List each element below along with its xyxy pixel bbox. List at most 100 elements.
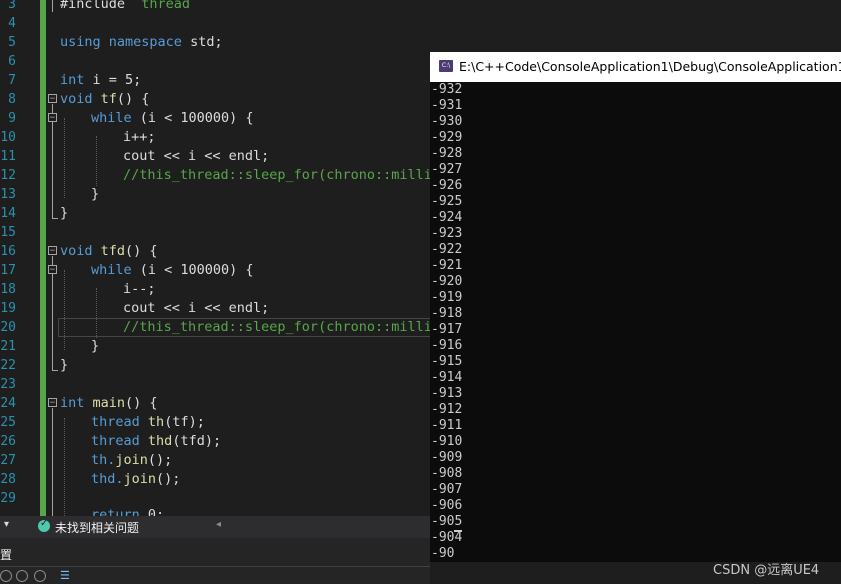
issues-status-text[interactable]: 未找到相关问题 xyxy=(55,519,139,536)
code-line-17[interactable]: while (i < 100000) { xyxy=(91,261,254,280)
line-number: 3 xyxy=(8,0,16,12)
code-line-10[interactable]: i++; xyxy=(123,128,156,147)
line-number: 15 xyxy=(0,225,16,240)
console-line: -925 xyxy=(431,194,463,209)
code-line-8[interactable]: void tf() { xyxy=(60,90,149,109)
console-line: -928 xyxy=(431,146,463,161)
code-line-27[interactable]: th.join(); xyxy=(91,451,172,470)
console-line: -904 xyxy=(431,530,463,545)
console-line: -927 xyxy=(431,162,463,177)
code-line-12[interactable]: //this_thread::sleep_for(chrono::millise xyxy=(123,166,448,185)
code-line-22[interactable]: } xyxy=(60,356,68,375)
console-line: -932 xyxy=(431,82,463,97)
console-line: -930 xyxy=(431,114,463,129)
fold-region-line xyxy=(52,0,53,12)
code-line-24[interactable]: int main() { xyxy=(60,394,158,413)
list-icon[interactable]: ☰ xyxy=(60,570,72,582)
code-line-13[interactable]: } xyxy=(91,185,99,204)
console-line: -923 xyxy=(431,226,463,241)
code-line-9[interactable]: while (i < 100000) { xyxy=(91,109,254,128)
code-line-19[interactable]: cout << i << endl; xyxy=(123,299,269,318)
console-line: -907 xyxy=(431,482,463,497)
console-line: -913 xyxy=(431,386,463,401)
console-line: -911 xyxy=(431,418,463,433)
line-number: 27 xyxy=(0,453,16,468)
line-number: 4 xyxy=(8,16,16,31)
filter-icon[interactable] xyxy=(0,570,12,582)
console-window[interactable]: C:\ E:\C++Code\ConsoleApplication1\Debug… xyxy=(430,52,841,562)
fold-region-line xyxy=(52,408,53,516)
code-line-7[interactable]: int i = 5; xyxy=(60,71,141,90)
code-line-14[interactable]: } xyxy=(60,204,68,223)
code-line-5[interactable]: using namespace std; xyxy=(60,33,223,52)
console-output[interactable]: -932 -931 -930 -929 -928 -927 -926 -925 -924 -923… xyxy=(430,82,841,562)
console-line: -918 xyxy=(431,306,463,321)
line-number: 13 xyxy=(0,187,16,202)
scroll-left-icon[interactable]: ◂ xyxy=(216,519,221,530)
line-number: 5 xyxy=(8,35,16,50)
check-circle-icon xyxy=(38,518,50,532)
console-title: E:\C++Code\ConsoleApplication1\Debug\Con… xyxy=(459,59,841,74)
watermark: CSDN @远离UE4 xyxy=(713,563,820,578)
console-titlebar[interactable]: C:\ E:\C++Code\ConsoleApplication1\Debug… xyxy=(430,52,841,82)
line-number: 28 xyxy=(0,472,16,487)
fold-toggle-tfd[interactable]: − xyxy=(48,246,57,256)
console-line: -909 xyxy=(431,450,463,465)
console-line: -926 xyxy=(431,178,463,193)
console-app-icon: C:\ xyxy=(439,60,453,72)
console-line: -931 xyxy=(431,98,463,113)
line-number: 22 xyxy=(0,358,16,373)
code-line-25[interactable]: thread th(tf); xyxy=(91,413,205,432)
console-line: -929 xyxy=(431,130,463,145)
console-line: -922 xyxy=(431,242,463,257)
line-number: 29 xyxy=(0,491,16,506)
console-line: -917 xyxy=(431,322,463,337)
output-panel: 置 ☰ xyxy=(0,538,430,584)
output-panel-title: 置 xyxy=(0,548,13,562)
console-line: -90 xyxy=(431,546,455,561)
fold-toggle-while-1[interactable]: − xyxy=(48,113,57,123)
line-number: 12 xyxy=(0,168,16,183)
line-number: 21 xyxy=(0,339,16,354)
line-number: 25 xyxy=(0,415,16,430)
console-line: -914 xyxy=(431,370,463,385)
console-line: -905 xyxy=(431,514,463,529)
code-line-11[interactable]: cout << i << endl; xyxy=(123,147,269,166)
console-cursor xyxy=(454,530,462,532)
code-line-26[interactable]: thread thd(tfd); xyxy=(91,432,221,451)
line-number: 20 xyxy=(0,320,16,335)
indent-guide xyxy=(64,270,65,350)
clear-icon[interactable] xyxy=(16,570,28,582)
console-line: -915 xyxy=(431,354,463,369)
code-line-21[interactable]: } xyxy=(91,337,99,356)
line-number: 8 xyxy=(8,92,16,107)
editor-status-bar: ▾ 未找到相关问题 ◂ xyxy=(0,516,430,538)
code-line-28[interactable]: thd.join(); xyxy=(91,470,180,489)
console-line: -920 xyxy=(431,274,463,289)
console-line: -910 xyxy=(431,434,463,449)
code-line-18[interactable]: i--; xyxy=(123,280,156,299)
stop-icon[interactable] xyxy=(34,570,46,582)
fold-toggle-main[interactable]: − xyxy=(48,398,57,408)
fold-toggle-tf[interactable]: − xyxy=(48,94,57,104)
line-number: 17 xyxy=(0,263,16,278)
code-line-20[interactable]: //this_thread::sleep_for(chrono::millise xyxy=(123,318,448,337)
fold-toggle-while-2[interactable]: − xyxy=(48,265,57,275)
indent-guide xyxy=(64,118,65,198)
console-line: -906 xyxy=(431,498,463,513)
fold-region-end xyxy=(52,370,58,371)
line-number: 16 xyxy=(0,244,16,259)
indent-guide xyxy=(64,418,65,516)
code-line-16[interactable]: void tfd() { xyxy=(60,242,158,261)
line-number: 18 xyxy=(0,282,16,297)
code-line-29[interactable]: return 0; xyxy=(91,506,164,516)
console-line: -908 xyxy=(431,466,463,481)
line-number: 9 xyxy=(8,111,16,126)
console-line: -921 xyxy=(431,258,463,273)
line-number: 7 xyxy=(8,73,16,88)
zoom-dropdown[interactable]: ▾ xyxy=(4,519,9,530)
code-line-3[interactable]: #include thread xyxy=(60,0,190,14)
divider xyxy=(0,566,430,567)
line-number: 26 xyxy=(0,434,16,449)
line-number: 23 xyxy=(0,377,16,392)
